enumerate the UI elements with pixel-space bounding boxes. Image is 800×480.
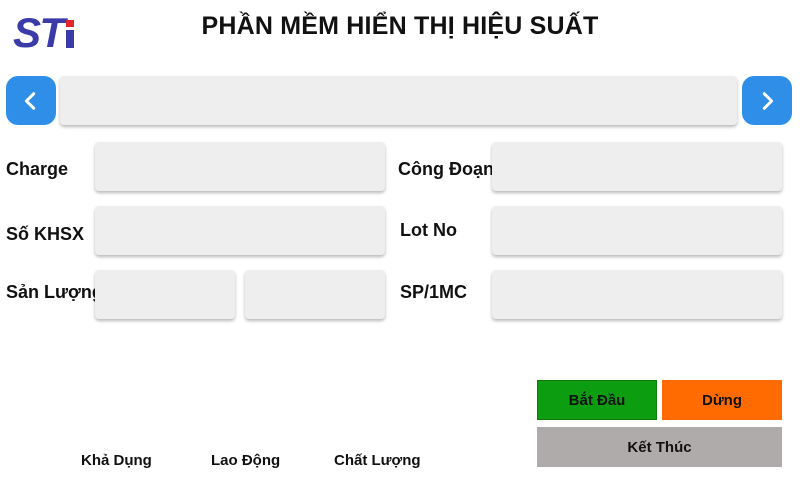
kha-dung-label: Khả Dụng — [81, 452, 152, 469]
display-bar[interactable] — [60, 76, 737, 125]
start-button[interactable]: Bắt Đầu — [537, 380, 657, 420]
so-khsx-label: Số KHSX — [6, 224, 85, 244]
cong-doan-label: Công Đoạn — [398, 159, 494, 179]
stop-button[interactable]: Dừng — [662, 380, 782, 420]
end-button[interactable]: Kết Thúc — [537, 427, 782, 467]
lao-dong-label: Lao Động — [211, 452, 281, 469]
san-luong-field-2[interactable] — [245, 270, 385, 319]
sp-1mc-field[interactable] — [492, 270, 782, 319]
chat-luong-label: Chất Lượng — [334, 452, 421, 469]
lot-no-field[interactable] — [492, 206, 782, 255]
charge-label: Charge — [6, 159, 69, 179]
app-title: PHẦN MỀM HIỂN THỊ HIỆU SUẤT — [201, 12, 599, 40]
next-button[interactable] — [742, 76, 792, 125]
cong-doan-field[interactable] — [492, 142, 782, 191]
so-khsx-field[interactable] — [95, 206, 385, 255]
prev-button[interactable] — [6, 76, 56, 125]
charge-field[interactable] — [95, 142, 385, 191]
san-luong-field-1[interactable] — [95, 270, 235, 319]
lot-no-label: Lot No — [400, 220, 457, 240]
chevron-left-icon — [24, 91, 36, 110]
chevron-right-icon — [762, 91, 774, 110]
sp-1mc-label: SP/1MC — [400, 282, 468, 302]
san-luong-label: Sản Lượng — [6, 282, 103, 302]
